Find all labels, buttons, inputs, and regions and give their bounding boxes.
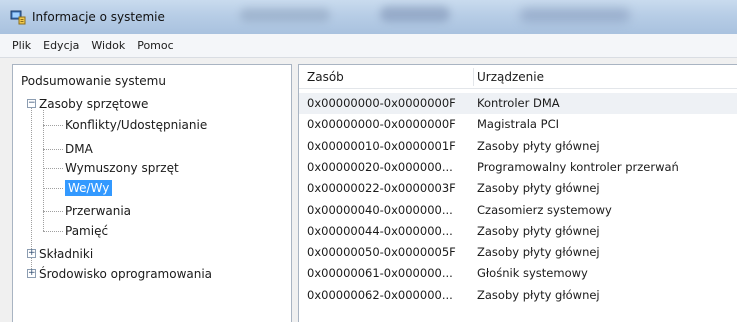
details-list-pane[interactable]: Zasób Urządzenie 0x00000000-0x0000000F Ko… [298,64,737,322]
table-row[interactable]: 0x00000050-0x0000005F Zasoby płyty główne… [299,242,737,263]
title-bar[interactable]: Informacje o systemie [0,0,737,34]
tree-item-interrupts[interactable]: Przerwania [65,201,131,221]
table-row[interactable]: 0x00000000-0x0000000F Kontroler DMA [299,93,737,114]
column-header-resource[interactable]: Zasób [307,65,344,89]
table-row[interactable]: 0x00000040-0x000000... Czasomierz systemo… [299,200,737,221]
menu-edit[interactable]: Edycja [43,39,79,52]
tree-connector [43,168,63,169]
tree-item-forced-hardware[interactable]: Wymuszony sprzęt [65,158,179,178]
collapse-icon[interactable]: − [27,99,36,108]
tree-connector [43,110,44,231]
device-cell: Zasoby płyty głównej [477,223,600,238]
tree-connector [43,149,63,150]
menu-file[interactable]: Plik [12,39,31,52]
resource-cell: 0x00000061-0x000000... [307,266,453,281]
tree-item-conflicts-sharing[interactable]: Konflikty/Udostępnianie [65,115,207,135]
tree-connector [43,125,63,126]
table-row[interactable]: 0x00000061-0x000000... Głośnik systemowy [299,263,737,284]
device-cell: Zasoby płyty głównej [477,287,600,302]
menu-help[interactable]: Pomoc [137,39,173,52]
resource-cell: 0x00000040-0x000000... [307,202,453,217]
tree-item-components[interactable]: Składniki [39,244,93,264]
column-header-device[interactable]: Urządzenie [477,65,544,89]
device-cell: Magistrala PCI [477,117,559,132]
tree-connector [43,211,63,212]
resource-cell: 0x00000000-0x0000000F [307,117,456,132]
device-cell: Zasoby płyty głównej [477,138,600,153]
titlebar-blur [240,8,330,22]
tree-connector [43,188,63,189]
device-cell: Zasoby płyty głównej [477,181,600,196]
resource-cell: 0x00000062-0x000000... [307,287,453,302]
device-cell: Głośnik systemowy [477,266,588,281]
tree-connector [43,231,63,232]
column-divider[interactable] [473,68,474,86]
table-row[interactable]: 0x00000022-0x0000003F Zasoby płyty główne… [299,178,737,199]
system-info-icon [10,10,26,25]
device-cell: Programowalny kontroler przerwań [477,159,679,174]
device-cell: Kontroler DMA [477,96,560,110]
expand-icon[interactable]: + [27,269,36,278]
table-row[interactable]: 0x00000000-0x0000000F Magistrala PCI [299,114,737,135]
titlebar-blur [520,8,630,22]
menu-bar: Plik Edycja Widok Pomoc [0,34,737,58]
category-tree: Podsumowanie systemu − Zasoby sprzętowe … [13,65,291,322]
device-cell: Czasomierz systemowy [477,202,612,217]
table-row[interactable]: 0x00000044-0x000000... Zasoby płyty główn… [299,221,737,242]
tree-item-dma[interactable]: DMA [65,139,93,159]
system-info-window: Informacje o systemie Plik Edycja Widok … [0,0,737,322]
tree-connector [31,99,32,269]
window-title: Informacje o systemie [32,10,165,24]
list-header: Zasób Urządzenie [299,65,737,89]
category-tree-pane[interactable]: Podsumowanie systemu − Zasoby sprzętowe … [12,64,292,322]
resource-cell: 0x00000020-0x000000... [307,159,453,174]
table-row[interactable]: 0x00000020-0x000000... Programowalny kont… [299,157,737,178]
device-cell: Zasoby płyty głównej [477,245,600,260]
resource-cell: 0x00000000-0x0000000F [307,96,456,110]
resource-cell: 0x00000044-0x000000... [307,223,453,238]
table-row[interactable]: 0x00000010-0x0000001F Zasoby płyty główne… [299,136,737,157]
resource-cell: 0x00000010-0x0000001F [307,138,456,153]
tree-item-io[interactable]: We/Wy [65,178,113,198]
tree-item-hardware-resources[interactable]: Zasoby sprzętowe [39,94,148,114]
titlebar-blur [380,6,450,22]
table-row[interactable]: 0x00000062-0x000000... Zasoby płyty główn… [299,285,737,306]
tree-item-system-summary[interactable]: Podsumowanie systemu [21,71,166,91]
tree-item-memory[interactable]: Pamięć [65,221,108,241]
tree-item-software-environment[interactable]: Środowisko oprogramowania [39,264,212,284]
resource-cell: 0x00000050-0x0000005F [307,245,456,260]
resource-cell: 0x00000022-0x0000003F [307,181,456,196]
expand-icon[interactable]: + [27,249,36,258]
menu-view[interactable]: Widok [91,39,125,52]
